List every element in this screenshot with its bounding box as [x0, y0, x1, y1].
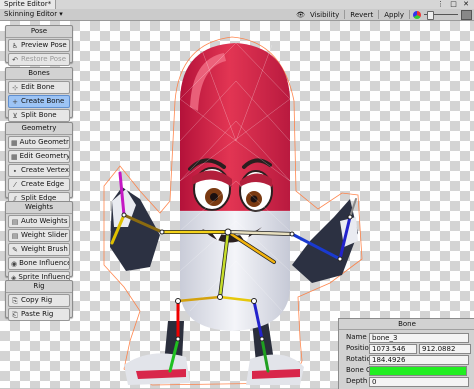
- bone-depth-field[interactable]: 0: [369, 377, 469, 387]
- window-tab[interactable]: Sprite Editor*: [0, 0, 57, 9]
- weight-slider-button[interactable]: ▤ Weight Slider: [8, 229, 70, 242]
- rig-panel: Rig ⎘ Copy Rig ⎗ Paste Rig: [5, 280, 73, 321]
- edit-bone-icon: ⊹: [12, 83, 18, 92]
- auto-geometry-label: Auto Geometry: [19, 138, 70, 146]
- capsule-bottom: [180, 207, 290, 331]
- auto-geometry-icon: ▦: [11, 138, 18, 147]
- legs: [124, 321, 304, 385]
- bone-influence-button[interactable]: ◉ Bone Influence: [8, 257, 70, 270]
- create-vertex-label: Create Vertex: [21, 166, 69, 174]
- weights-panel-title: Weights: [6, 202, 72, 214]
- paste-rig-button[interactable]: ⎗ Paste Rig: [8, 308, 70, 321]
- bones-panel: Bones ⊹ Edit Bone + Create Bone ⊻ Split Bon…: [5, 67, 73, 122]
- toolbar-separator: [409, 10, 410, 19]
- edit-geometry-icon: ▦: [11, 152, 18, 161]
- copy-rig-label: Copy Rig: [21, 296, 53, 304]
- rgb-channels-icon[interactable]: [413, 10, 421, 19]
- create-edge-button[interactable]: ⁄ Create Edge: [8, 178, 70, 191]
- create-bone-icon: +: [12, 97, 18, 106]
- weight-slider-icon: ▤: [11, 231, 19, 240]
- bone-inspector-panel: Bone Name bone_3 Position 1073.546 912.0…: [338, 318, 474, 389]
- bones-panel-title: Bones: [6, 68, 72, 80]
- auto-weights-icon: ▤: [11, 217, 19, 226]
- apply-button[interactable]: Apply: [382, 10, 406, 20]
- create-vertex-icon: ∙: [12, 166, 18, 175]
- bone-position-x-field[interactable]: 1073.546: [369, 344, 417, 354]
- restore-pose-label: Restore Pose: [21, 55, 66, 63]
- bone-influence-icon: ◉: [11, 259, 18, 268]
- toolbar-separator: [344, 10, 346, 19]
- visibility-icon: 👁: [296, 10, 305, 19]
- edit-geometry-button[interactable]: ▦ Edit Geometry: [8, 150, 70, 163]
- weights-panel: Weights ▤ Auto Weights ▤ Weight Slider ✎ We…: [5, 201, 73, 284]
- rig-panel-title: Rig: [6, 281, 72, 293]
- visibility-button[interactable]: Visibility: [308, 10, 341, 20]
- preview-pose-button[interactable]: ♿ Preview Pose: [8, 39, 70, 52]
- weight-brush-label: Weight Brush: [21, 245, 68, 253]
- auto-weights-button[interactable]: ▤ Auto Weights: [8, 215, 70, 228]
- bone-name-field[interactable]: bone_3: [369, 333, 469, 343]
- auto-geometry-button[interactable]: ▦ Auto Geometry: [8, 136, 70, 149]
- create-edge-label: Create Edge: [21, 180, 65, 188]
- create-vertex-button[interactable]: ∙ Create Vertex: [8, 164, 70, 177]
- preview-pose-label: Preview Pose: [21, 41, 67, 49]
- weight-brush-button[interactable]: ✎ Weight Brush: [8, 243, 70, 256]
- edit-bone-label: Edit Bone: [21, 83, 55, 91]
- editor-toolbar: Skinning Editor ▾ 👁 Visibility Revert Ap…: [0, 9, 474, 21]
- toolbar-separator: [378, 10, 380, 19]
- pose-panel: Pose ♿ Preview Pose ↶ Restore Pose: [5, 25, 73, 66]
- bone-rotation-field[interactable]: 184.4926: [369, 355, 469, 365]
- alpha-slider-thumb[interactable]: [427, 11, 434, 20]
- restore-pose-button[interactable]: ↶ Restore Pose: [8, 53, 70, 66]
- right-arm: [292, 199, 358, 283]
- paste-rig-icon: ⎗: [12, 310, 18, 319]
- window-controls[interactable]: ⋮ □ ✕: [437, 0, 471, 9]
- geometry-panel: Geometry ▦ Auto Geometry ▦ Edit Geometry ∙…: [5, 122, 73, 205]
- bone-name-label: Name: [346, 333, 367, 341]
- edit-bone-button[interactable]: ⊹ Edit Bone: [8, 81, 70, 94]
- paste-rig-label: Paste Rig: [21, 310, 54, 318]
- create-bone-label: Create Bone: [21, 97, 65, 105]
- mode-dropdown[interactable]: Skinning Editor ▾: [2, 9, 65, 19]
- split-bone-button[interactable]: ⊻ Split Bone: [8, 109, 70, 122]
- bone-depth-label: Depth: [346, 377, 368, 385]
- create-bone-button[interactable]: + Create Bone: [8, 95, 70, 108]
- auto-weights-label: Auto Weights: [21, 217, 68, 225]
- weight-slider-label: Weight Slider: [21, 231, 68, 239]
- bone-position-y-field[interactable]: 912.0882: [419, 344, 471, 354]
- split-bone-label: Split Bone: [21, 111, 57, 119]
- weight-brush-icon: ✎: [12, 245, 18, 254]
- split-bone-icon: ⊻: [12, 111, 18, 120]
- bone-influence-label: Bone Influence: [19, 259, 70, 267]
- copy-rig-icon: ⎘: [12, 296, 18, 305]
- copy-rig-button[interactable]: ⎘ Copy Rig: [8, 294, 70, 307]
- geometry-panel-title: Geometry: [6, 123, 72, 135]
- sprite-thumbnail-icon[interactable]: [461, 9, 472, 20]
- bone-panel-title: Bone: [339, 319, 474, 330]
- restore-pose-icon: ↶: [12, 55, 18, 64]
- revert-button[interactable]: Revert: [348, 10, 375, 20]
- pose-panel-title: Pose: [6, 26, 72, 38]
- preview-pose-icon: ♿: [11, 41, 19, 50]
- bone-color-swatch[interactable]: [369, 366, 467, 376]
- create-edge-icon: ⁄: [14, 180, 16, 189]
- alpha-slider[interactable]: [424, 10, 458, 20]
- edit-geometry-label: Edit Geometry: [19, 152, 70, 160]
